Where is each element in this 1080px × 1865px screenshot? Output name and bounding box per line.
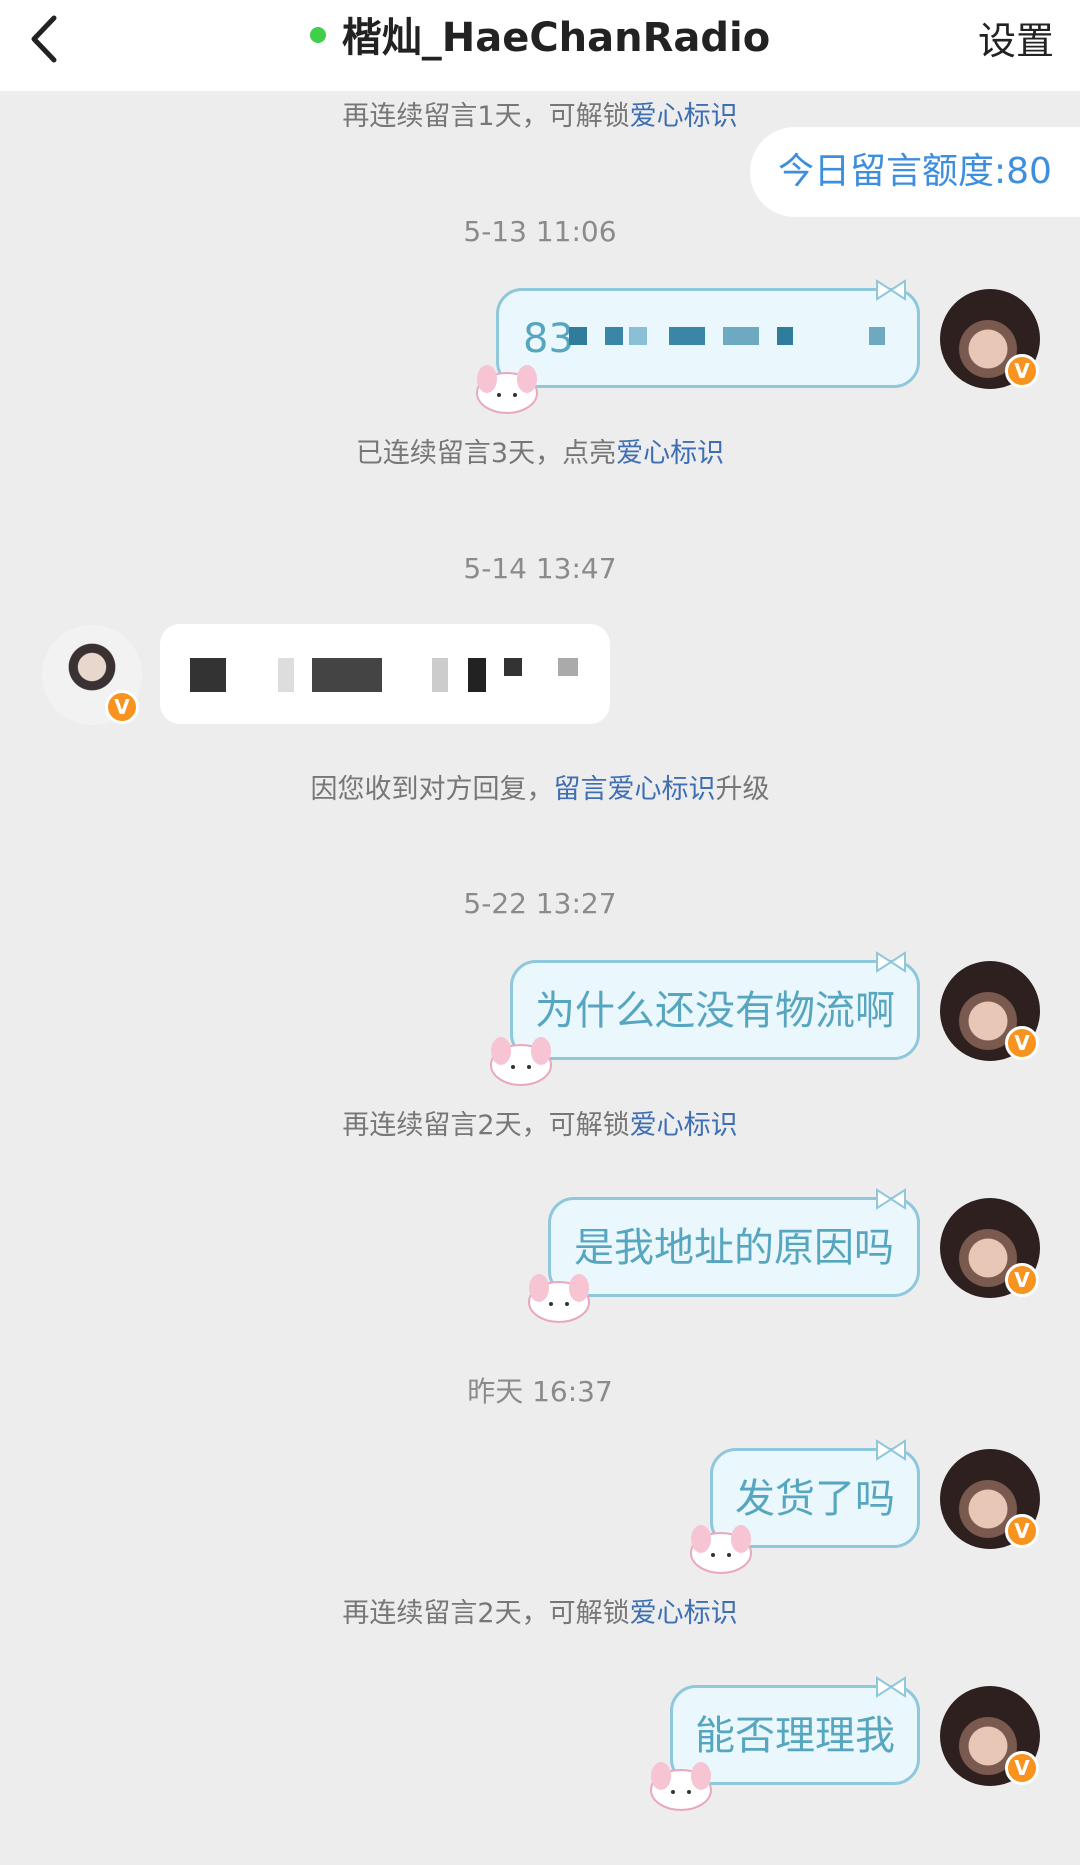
my-melody-sticker-icon xyxy=(650,1762,712,1811)
streak-notice: 再连续留言2天，可解锁爱心标识 xyxy=(0,1594,1080,1634)
notice-highlight: 爱心标识 xyxy=(616,438,725,469)
message-text: 能否理理我 xyxy=(695,1713,895,1759)
message-text: 83 xyxy=(523,316,574,362)
redaction xyxy=(504,658,522,676)
timestamp: 5-13 11:06 xyxy=(463,215,617,248)
redaction xyxy=(629,327,647,345)
timestamp: 5-22 13:27 xyxy=(463,887,617,920)
message-bubble-incoming[interactable] xyxy=(160,624,610,724)
my-melody-sticker-icon xyxy=(528,1274,590,1323)
redaction xyxy=(869,327,885,345)
streak-notice: 再连续留言2天，可解锁爱心标识 xyxy=(0,1106,1080,1146)
notice-highlight: 爱心标识 xyxy=(629,1110,738,1141)
redaction xyxy=(558,658,578,676)
message-bubble[interactable]: 83 xyxy=(476,279,920,414)
verified-badge-icon: V xyxy=(1005,354,1039,388)
bow-icon xyxy=(876,1188,906,1210)
notice-highlight: 爱心标识 xyxy=(629,101,738,132)
chat-title-container: 楷灿_HaeChanRadio xyxy=(0,10,1080,66)
message-text: 发货了吗 xyxy=(735,1476,895,1522)
notice-text: 再连续留言1天，可解锁 xyxy=(342,101,630,132)
timestamp: 昨天 16:37 xyxy=(467,1375,613,1408)
verified-badge-icon: V xyxy=(1005,1751,1039,1785)
settings-button[interactable]: 设置 xyxy=(978,14,1054,68)
bow-icon xyxy=(876,279,906,301)
notice-text: 因您收到对方回复， xyxy=(310,774,554,805)
message-bubble[interactable]: 为什么还没有物流啊 xyxy=(490,951,920,1086)
redaction xyxy=(312,658,382,692)
notice-highlight: 留言爱心标识 xyxy=(553,774,716,805)
my-melody-sticker-icon xyxy=(690,1525,752,1574)
redaction xyxy=(278,658,294,692)
message-bubble[interactable]: 发货了吗 xyxy=(690,1439,920,1574)
my-melody-sticker-icon xyxy=(490,1037,552,1086)
redaction xyxy=(605,327,623,345)
chat-header: 楷灿_HaeChanRadio 设置 xyxy=(0,0,1080,91)
notice-highlight: 爱心标识 xyxy=(629,1598,738,1629)
redaction xyxy=(432,658,448,692)
verified-badge-icon: V xyxy=(1005,1514,1039,1548)
redaction xyxy=(190,658,226,692)
verified-badge-icon: V xyxy=(1005,1263,1039,1297)
message-bubble[interactable]: 能否理理我 xyxy=(650,1676,920,1811)
bow-icon xyxy=(876,951,906,973)
chat-title: 楷灿_HaeChanRadio xyxy=(341,15,771,61)
notice-text: 升级 xyxy=(715,774,770,805)
message-text: 为什么还没有物流啊 xyxy=(535,988,895,1034)
verified-badge-icon: V xyxy=(105,690,139,724)
verified-badge-icon: V xyxy=(1005,1026,1039,1060)
redaction xyxy=(777,327,793,345)
redaction xyxy=(569,327,587,345)
message-text: 是我地址的原因吗 xyxy=(574,1225,894,1271)
redaction xyxy=(468,658,486,692)
timestamp: 5-14 13:47 xyxy=(463,552,617,585)
reply-notice: 因您收到对方回复，留言爱心标识升级 xyxy=(0,770,1080,810)
daily-quota-pill: 今日留言额度:80 xyxy=(750,127,1080,217)
message-bubble[interactable]: 是我地址的原因吗 xyxy=(528,1188,920,1323)
bow-icon xyxy=(876,1676,906,1698)
redaction xyxy=(723,327,759,345)
my-melody-sticker-icon xyxy=(476,365,538,414)
online-status-icon xyxy=(309,27,326,43)
notice-text: 已连续留言3天，点亮 xyxy=(355,438,617,469)
bow-icon xyxy=(876,1439,906,1461)
redaction xyxy=(669,327,705,345)
streak-notice: 已连续留言3天，点亮爱心标识 xyxy=(0,434,1080,474)
notice-text: 再连续留言2天，可解锁 xyxy=(342,1110,630,1141)
notice-text: 再连续留言2天，可解锁 xyxy=(342,1598,630,1629)
